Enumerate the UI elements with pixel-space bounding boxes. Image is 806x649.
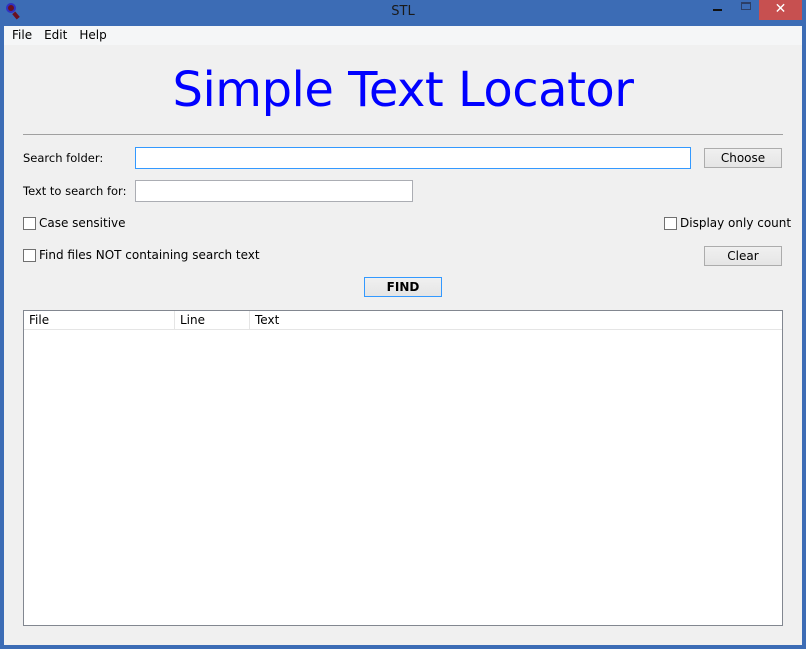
results-list[interactable]: File Line Text (23, 310, 783, 626)
column-file[interactable]: File (24, 311, 175, 329)
case-sensitive-label: Case sensitive (39, 216, 126, 230)
window-title: STL (391, 4, 415, 19)
display-only-count-checkbox[interactable]: Display only count (664, 216, 791, 230)
case-sensitive-checkbox[interactable]: Case sensitive (23, 216, 126, 230)
search-folder-input[interactable] (135, 147, 691, 169)
client-area: File Edit Help Simple Text Locator Searc… (4, 26, 802, 645)
column-line[interactable]: Line (175, 311, 250, 329)
maximize-icon (741, 2, 751, 10)
find-button[interactable]: FIND (364, 277, 442, 297)
minimize-icon (713, 9, 722, 11)
app-heading: Simple Text Locator (172, 62, 634, 118)
text-to-search-label: Text to search for: (23, 184, 127, 198)
choose-button[interactable]: Choose (704, 148, 782, 168)
checkbox-icon (664, 216, 677, 230)
search-text-input[interactable] (135, 180, 413, 202)
results-header: File Line Text (24, 311, 782, 330)
menu-edit[interactable]: Edit (38, 26, 73, 45)
divider (23, 134, 783, 135)
checkbox-icon (23, 216, 36, 230)
display-only-count-label: Display only count (680, 216, 792, 230)
checkbox-icon (23, 248, 36, 262)
column-text[interactable]: Text (250, 311, 782, 329)
title-bar: STL ✕ (0, 0, 806, 26)
not-containing-label: Find files NOT containing search text (39, 248, 260, 262)
menu-file[interactable]: File (6, 26, 38, 45)
not-containing-checkbox[interactable]: Find files NOT containing search text (23, 248, 260, 262)
clear-button[interactable]: Clear (704, 246, 782, 266)
close-button[interactable]: ✕ (759, 0, 802, 20)
menu-help[interactable]: Help (73, 26, 112, 45)
search-folder-label: Search folder: (23, 151, 104, 165)
minimize-button[interactable] (704, 0, 730, 20)
menu-bar: File Edit Help (4, 26, 802, 45)
maximize-button[interactable] (732, 0, 758, 20)
